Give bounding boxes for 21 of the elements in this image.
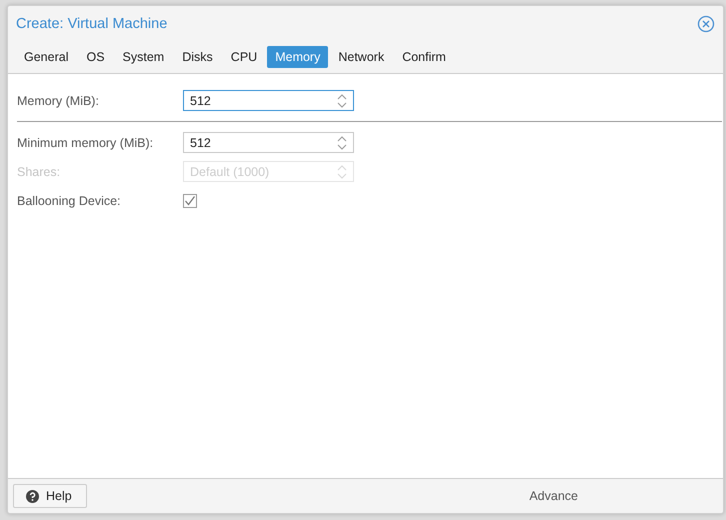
spinner-arrows-icon[interactable] — [337, 135, 347, 151]
spinner-arrows-icon[interactable] — [337, 93, 347, 109]
help-icon — [26, 490, 39, 502]
checkbox[interactable] — [183, 194, 197, 208]
tab[interactable]: Network — [330, 46, 392, 68]
field-label: Shares: — [17, 164, 62, 178]
number-field[interactable]: 512 — [183, 132, 354, 153]
number-field[interactable]: 512 — [183, 90, 354, 111]
tab[interactable]: CPU — [222, 46, 266, 68]
tab[interactable]: Confirm — [394, 46, 454, 68]
help-button[interactable]: Help — [13, 484, 87, 508]
close-icon[interactable] — [697, 15, 715, 33]
field-label: Memory (MiB): — [17, 94, 100, 108]
field-label: Ballooning Device: — [17, 194, 122, 208]
tab[interactable]: Disks — [174, 46, 221, 68]
advanced-label: Advance — [529, 489, 578, 503]
tab[interactable]: System — [114, 46, 172, 68]
window-title: Create: Virtual Machine — [16, 16, 168, 32]
tab[interactable]: OS — [78, 46, 113, 68]
field-label: Minimum memory (MiB): — [17, 136, 154, 150]
tab[interactable]: General — [16, 46, 76, 68]
